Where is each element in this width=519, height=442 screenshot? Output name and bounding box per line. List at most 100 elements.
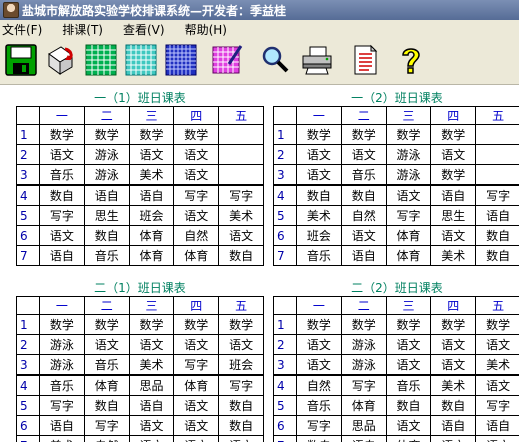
subject-cell[interactable]: 体育	[385, 435, 432, 442]
subject-cell[interactable]: 数学	[83, 314, 130, 335]
subject-cell[interactable]: 语文	[39, 225, 85, 246]
subject-cell[interactable]: 数学	[39, 314, 85, 335]
subject-cell[interactable]: 写字	[83, 415, 130, 436]
subject-cell[interactable]: 语文	[385, 415, 432, 436]
subject-cell[interactable]: 数学	[430, 164, 477, 186]
report-button[interactable]	[348, 43, 382, 77]
menu-view[interactable]: 查看(V)	[123, 21, 165, 38]
subject-cell[interactable]: 语文	[128, 415, 175, 436]
subject-cell[interactable]: 语自	[83, 184, 130, 206]
subject-cell[interactable]: 语文	[296, 164, 342, 186]
subject-cell[interactable]: 数学	[39, 124, 85, 145]
subject-cell[interactable]: 自然	[340, 205, 387, 226]
subject-cell[interactable]: 数自	[218, 415, 264, 436]
subject-cell[interactable]: 班会	[296, 225, 342, 246]
subject-cell[interactable]: 语自	[475, 205, 519, 226]
subject-cell[interactable]: 数学	[340, 124, 387, 145]
subject-cell[interactable]: 思生	[83, 205, 130, 226]
subject-cell[interactable]: 音乐	[39, 164, 85, 186]
subject-cell[interactable]: 数自	[218, 395, 264, 416]
subject-cell[interactable]: 音乐	[83, 245, 130, 266]
subject-cell[interactable]: 音乐	[340, 164, 387, 186]
subject-cell[interactable]: 数学	[430, 124, 477, 145]
subject-cell[interactable]: 语文	[385, 184, 432, 206]
subject-cell[interactable]: 语文	[173, 144, 220, 165]
subject-cell[interactable]: 体育	[83, 374, 130, 396]
subject-cell[interactable]: 语文	[430, 435, 477, 442]
subject-cell[interactable]: 体育	[128, 225, 175, 246]
subject-cell[interactable]: 语文	[430, 334, 477, 355]
subject-cell[interactable]: 数自	[218, 245, 264, 266]
subject-cell[interactable]: 游泳	[385, 144, 432, 165]
subject-cell[interactable]: 语文	[296, 354, 342, 376]
subject-cell[interactable]: 语文	[128, 144, 175, 165]
subject-cell[interactable]: 美术	[475, 354, 519, 376]
subject-cell[interactable]: 写字	[39, 205, 85, 226]
subject-cell[interactable]: 语文	[39, 144, 85, 165]
subject-cell[interactable]: 自然	[83, 435, 130, 442]
subject-cell[interactable]: 语文	[296, 334, 342, 355]
subject-cell[interactable]: 体育	[340, 395, 387, 416]
subject-cell[interactable]	[475, 124, 519, 145]
subject-cell[interactable]	[218, 124, 264, 145]
subject-cell[interactable]: 数自	[430, 395, 477, 416]
subject-cell[interactable]: 音乐	[39, 374, 85, 396]
subject-cell[interactable]: 数学	[385, 314, 432, 335]
subject-cell[interactable]: 体育	[385, 245, 432, 266]
subject-cell[interactable]: 写字	[340, 374, 387, 396]
subject-cell[interactable]: 写字	[173, 184, 220, 206]
subject-cell[interactable]: 思品	[128, 374, 175, 396]
subject-cell[interactable]: 数自	[39, 184, 85, 206]
subject-cell[interactable]: 数自	[296, 184, 342, 206]
subject-cell[interactable]: 数学	[430, 314, 477, 335]
subject-cell[interactable]: 写字	[39, 395, 85, 416]
subject-cell[interactable]: 数学	[128, 124, 175, 145]
subject-cell[interactable]: 美术	[430, 374, 477, 396]
subject-cell[interactable]: 数学	[173, 314, 220, 335]
subject-cell[interactable]: 语文	[173, 334, 220, 355]
subject-cell[interactable]: 美术	[296, 205, 342, 226]
subject-cell[interactable]: 数学	[340, 314, 387, 335]
print-button[interactable]	[300, 43, 334, 77]
subject-cell[interactable]	[475, 144, 519, 165]
edit-grid-button[interactable]	[210, 43, 244, 77]
subject-cell[interactable]: 数自	[385, 395, 432, 416]
teal-grid-button[interactable]	[124, 43, 158, 77]
subject-cell[interactable]: 游泳	[385, 164, 432, 186]
subject-cell[interactable]: 数自	[340, 184, 387, 206]
subject-cell[interactable]: 音乐	[385, 374, 432, 396]
menu-help[interactable]: 帮助(H)	[185, 21, 227, 38]
subject-cell[interactable]: 班会	[128, 205, 175, 226]
subject-cell[interactable]: 语文	[296, 144, 342, 165]
subject-cell[interactable]: 语自	[430, 184, 477, 206]
subject-cell[interactable]: 游泳	[340, 334, 387, 355]
subject-cell[interactable]: 语文	[128, 435, 175, 442]
subject-cell[interactable]: 语自	[340, 435, 387, 442]
subject-cell[interactable]: 语自	[128, 395, 175, 416]
subject-cell[interactable]: 美术	[128, 164, 175, 186]
subject-cell[interactable]: 数学	[296, 124, 342, 145]
subject-cell[interactable]: 语自	[475, 415, 519, 436]
subject-cell[interactable]: 游泳	[83, 164, 130, 186]
subject-cell[interactable]: 语文	[475, 435, 519, 442]
subject-cell[interactable]: 语文	[128, 334, 175, 355]
subject-cell[interactable]: 语文	[475, 374, 519, 396]
subject-cell[interactable]: 语自	[39, 415, 85, 436]
subject-cell[interactable]: 语文	[430, 354, 477, 376]
subject-cell[interactable]: 语自	[430, 415, 477, 436]
subject-cell[interactable]: 自然	[296, 374, 342, 396]
subject-cell[interactable]	[475, 164, 519, 186]
help-button[interactable]	[394, 43, 428, 77]
subject-cell[interactable]: 语文	[173, 164, 220, 186]
subject-cell[interactable]: 语文	[475, 334, 519, 355]
subject-cell[interactable]: 语文	[340, 225, 387, 246]
subject-cell[interactable]: 语文	[173, 415, 220, 436]
subject-cell[interactable]: 语文	[340, 144, 387, 165]
subject-cell[interactable]: 音乐	[296, 395, 342, 416]
subject-cell[interactable]: 数自	[83, 225, 130, 246]
subject-cell[interactable]: 数学	[475, 314, 519, 335]
subject-cell[interactable]: 思生	[430, 205, 477, 226]
save-button[interactable]	[4, 43, 38, 77]
subject-cell[interactable]: 数自	[296, 435, 342, 442]
undo-arrange-button[interactable]	[42, 43, 76, 77]
